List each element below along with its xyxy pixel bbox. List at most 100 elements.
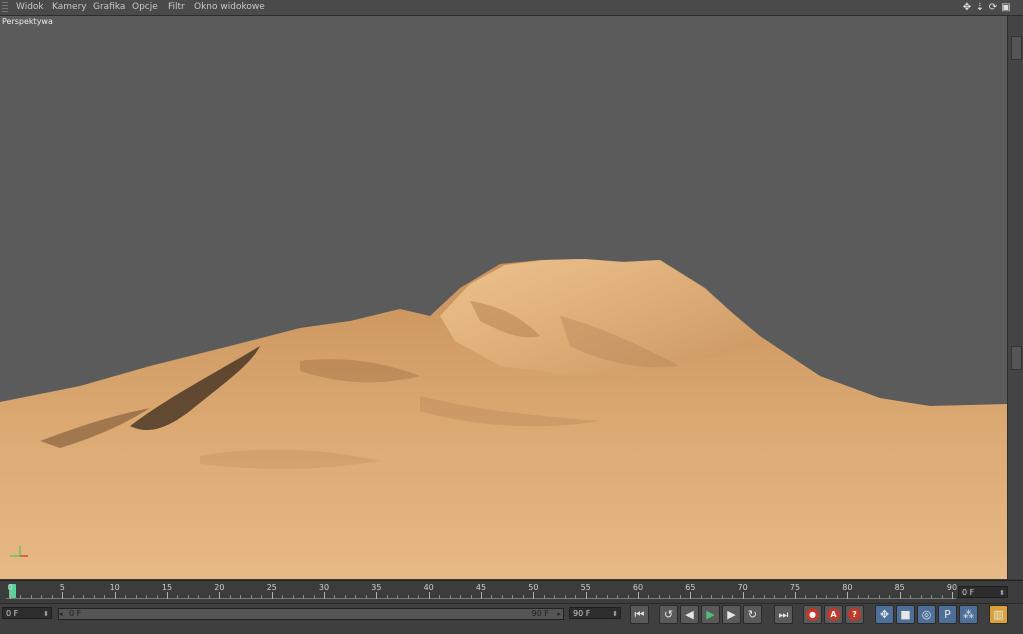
timeline-layout-button[interactable]: ▥ [989, 605, 1008, 624]
ruler-tick [125, 595, 127, 599]
panel-handle[interactable] [1011, 36, 1022, 60]
menu-opcje[interactable]: Opcje [132, 2, 158, 12]
ruler-tick [617, 595, 619, 599]
current-frame-field[interactable]: 0 F ⬍ [958, 586, 1008, 598]
ruler-tick [522, 595, 524, 599]
key-position-button[interactable]: ✥ [875, 605, 894, 624]
next-key-button[interactable]: ↻ [743, 605, 762, 624]
ruler-tick [711, 595, 713, 599]
ruler-tick [931, 595, 933, 599]
timeline-layout-icon: ▥ [993, 608, 1004, 621]
ruler-tick [292, 595, 294, 599]
key-scale-icon: ■ [900, 608, 911, 621]
key-parameter-button[interactable]: P [938, 605, 957, 624]
rotate-view-icon[interactable]: ⟳ [988, 1, 998, 14]
ruler-tick [805, 595, 807, 599]
key-pla-icon: ⁂ [963, 608, 974, 621]
key-rotation-button[interactable]: ◎ [917, 605, 936, 624]
transport-bar: 0 F ⬍ ◂ 0 F 90 F ▸ 90 F ⬍ ⏮ ↺ ◀ ▶ ▶ ↻ ⏭ … [0, 603, 1023, 634]
ruler-tick [51, 595, 53, 599]
ruler-tick [407, 595, 409, 599]
timeline-ruler[interactable]: 0 5 10 15 20 25 30 35 40 45 50 55 60 65 70 75 80 85 90 0 F… [0, 580, 1023, 603]
end-frame-field[interactable]: 90 F ⬍ [569, 607, 621, 619]
ruler-label: 80 [842, 583, 853, 592]
stepper-icon[interactable]: ⬍ [43, 608, 49, 620]
ruler-tick [669, 595, 671, 599]
menubar-grip[interactable] [2, 2, 8, 13]
ruler-tick [638, 592, 639, 599]
ruler-tick [83, 595, 85, 599]
menu-okno-widokowe[interactable]: Okno widokowe [194, 2, 265, 12]
ruler-tick [753, 595, 755, 599]
ruler-tick [334, 595, 336, 599]
ruler-label: 40 [423, 583, 434, 592]
ruler-tick [868, 595, 870, 599]
autokey-button[interactable]: A [824, 605, 843, 624]
maximize-view-icon[interactable]: ▣ [1001, 1, 1011, 14]
record-button[interactable]: ● [803, 605, 822, 624]
ruler-tick [439, 595, 441, 599]
ruler-tick [470, 595, 472, 599]
terrain-render [0, 16, 1007, 579]
ruler-tick [365, 595, 367, 599]
next-key-icon: ↻ [747, 608, 758, 621]
range-left-arrow-icon[interactable]: ◂ [59, 609, 63, 619]
go-to-start-button[interactable]: ⏮ [630, 605, 649, 624]
step-forward-button[interactable]: ▶ [722, 605, 741, 624]
ruler-tick [878, 595, 880, 599]
current-frame-value: 0 F [962, 588, 975, 597]
ruler-tick [585, 592, 587, 599]
ruler-tick [10, 592, 11, 599]
ruler-tick [282, 595, 284, 599]
key-scale-button[interactable]: ■ [896, 605, 915, 624]
perspective-viewport[interactable]: Perspektywa [0, 16, 1008, 579]
go-to-end-button[interactable]: ⏭ [774, 605, 793, 624]
stepper-icon[interactable]: ⬍ [612, 608, 618, 620]
play-forward-icon: ▶ [706, 608, 715, 621]
ruler-tick [732, 595, 734, 599]
ruler-tick [449, 595, 451, 599]
ruler-label: 60 [632, 583, 644, 592]
ruler-tick [952, 592, 953, 599]
ruler-tick [72, 595, 74, 599]
menu-kamery[interactable]: Kamery [52, 2, 87, 12]
help-button[interactable]: ? [845, 605, 864, 624]
ruler-tick [857, 595, 859, 599]
previous-key-button[interactable]: ↺ [659, 605, 678, 624]
ruler-label: 5 [59, 583, 65, 592]
ruler-tick [575, 595, 577, 599]
move-view-icon[interactable]: ✥ [962, 1, 972, 14]
record-icon: ● [806, 608, 819, 621]
ruler-tick [208, 595, 210, 599]
step-back-button[interactable]: ◀ [680, 605, 699, 624]
ruler-tick [815, 595, 817, 599]
menu-grafika[interactable]: Grafika [93, 2, 125, 12]
play-forward-button[interactable]: ▶ [701, 605, 720, 624]
ruler-tick [303, 595, 305, 599]
step-back-icon: ◀ [685, 608, 694, 621]
ruler-tick [313, 595, 315, 599]
frame-ruler[interactable]: 0 5 10 15 20 25 30 35 40 45 50 55 60 65 70 75 80 85 90 [6, 581, 957, 603]
stepper-icon[interactable]: ⬍ [999, 587, 1005, 599]
range-start-value: 0 F [69, 609, 82, 618]
ruler-tick [177, 595, 179, 599]
ruler-label: 55 [580, 583, 591, 592]
key-pla-button[interactable]: ⁂ [959, 605, 978, 624]
viewport-label: Perspektywa [2, 17, 53, 26]
ruler-tick [564, 595, 566, 599]
ruler-tick [491, 595, 493, 599]
preview-range-slider[interactable]: ◂ 0 F 90 F ▸ [58, 608, 564, 620]
key-rotation-icon: ◎ [921, 608, 932, 621]
ruler-tick [30, 595, 32, 599]
menu-filtr[interactable]: Filtr [168, 2, 185, 12]
ruler-label: 0 [7, 583, 13, 592]
ruler-tick [167, 592, 168, 599]
ruler-label: 75 [789, 583, 801, 592]
start-frame-field[interactable]: 0 F ⬍ [2, 607, 52, 619]
menu-widok[interactable]: Widok [16, 2, 44, 12]
panel-handle[interactable] [1011, 346, 1022, 370]
range-right-arrow-icon[interactable]: ▸ [557, 609, 561, 619]
ruler-tick [920, 595, 922, 599]
ruler-tick [418, 595, 420, 599]
zoom-view-icon[interactable]: ⇣ [975, 1, 985, 14]
